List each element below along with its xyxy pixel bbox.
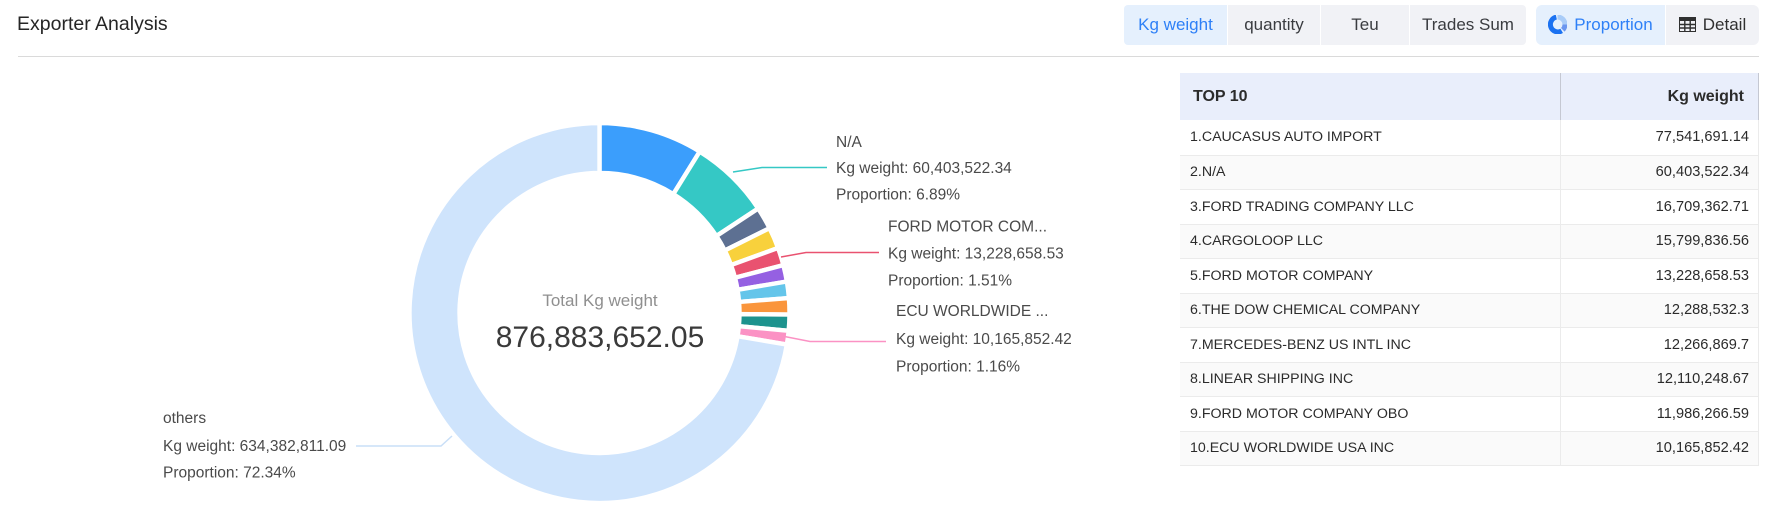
svg-text:ECU WORLDWIDE ...: ECU WORLDWIDE ... xyxy=(896,303,1048,320)
svg-text:Kg weight: 634,382,811.09: Kg weight: 634,382,811.09 xyxy=(163,438,346,455)
svg-text:876,883,652.05: 876,883,652.05 xyxy=(496,321,705,354)
svg-text:Kg weight: 60,403,522.34: Kg weight: 60,403,522.34 xyxy=(836,160,1012,177)
svg-text:Kg weight: 10,165,852.42: Kg weight: 10,165,852.42 xyxy=(896,331,1072,348)
svg-text:Proportion: 1.16%: Proportion: 1.16% xyxy=(896,359,1020,376)
svg-text:others: others xyxy=(163,410,206,427)
svg-text:Total Kg weight: Total Kg weight xyxy=(542,291,658,310)
svg-text:Proportion: 6.89%: Proportion: 6.89% xyxy=(836,187,960,204)
svg-text:N/A: N/A xyxy=(836,134,863,151)
svg-text:FORD MOTOR COM...: FORD MOTOR COM... xyxy=(888,219,1047,236)
svg-text:Proportion: 1.51%: Proportion: 1.51% xyxy=(888,273,1012,290)
svg-text:Kg weight: 13,228,658.53: Kg weight: 13,228,658.53 xyxy=(888,246,1064,263)
svg-text:Proportion: 72.34%: Proportion: 72.34% xyxy=(163,465,296,482)
